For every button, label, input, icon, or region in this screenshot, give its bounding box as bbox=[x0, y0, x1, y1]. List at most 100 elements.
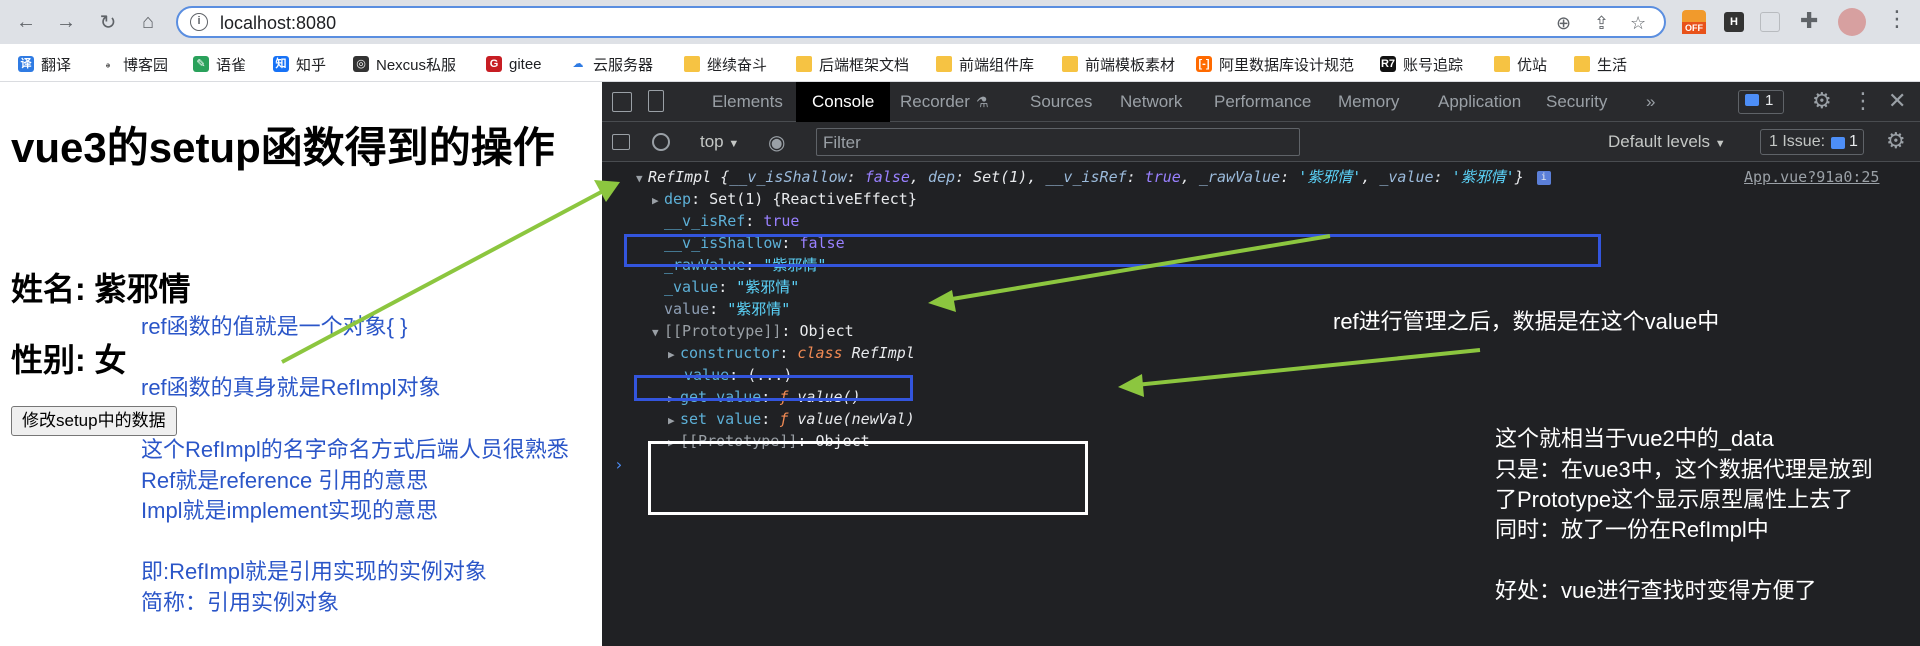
bookmark-folder[interactable]: 优站 bbox=[1494, 53, 1547, 75]
address-bar[interactable]: i localhost:8080 ⊕ ⇪ ☆ bbox=[176, 6, 1666, 38]
highlight-box-prototype bbox=[648, 441, 1088, 515]
expand-triangle-icon[interactable]: ▶ bbox=[668, 410, 680, 432]
tab-network[interactable]: Network bbox=[1120, 82, 1182, 122]
bookmark-folder[interactable]: 后端框架文档 bbox=[796, 53, 909, 75]
issues-button[interactable]: 1 Issue: 1 bbox=[1760, 129, 1864, 155]
annotation-text: Impl就是implement实现的意思 bbox=[141, 498, 439, 523]
profile-avatar[interactable] bbox=[1838, 8, 1866, 36]
translate-icon: 译 bbox=[18, 56, 34, 72]
modify-data-button[interactable]: 修改setup中的数据 bbox=[11, 406, 177, 436]
bookmark-item[interactable]: ☁ 云服务器 bbox=[570, 53, 653, 75]
chevron-down-icon: ▼ bbox=[1714, 138, 1726, 150]
bookmark-folder[interactable]: 前端组件库 bbox=[936, 53, 1034, 75]
tab-performance[interactable]: Performance bbox=[1214, 82, 1311, 122]
property-row: __v_isRef: true bbox=[664, 212, 800, 230]
site-info-icon[interactable]: i bbox=[190, 13, 208, 31]
expand-triangle-icon[interactable]: ▶ bbox=[652, 190, 664, 212]
extensions-puzzle-icon[interactable]: ✚ bbox=[1800, 8, 1818, 34]
sidebar-toggle-icon[interactable] bbox=[612, 134, 630, 150]
context-select[interactable]: top ▼ bbox=[700, 132, 739, 152]
console-prompt-icon[interactable]: › bbox=[614, 454, 624, 476]
log-summary-line[interactable]: ▼ RefImpl {__v_isShallow: false, dep: Set… bbox=[636, 166, 1551, 190]
page-title: vue3的setup函数得到的操作 bbox=[11, 124, 555, 171]
console-output: ▼ RefImpl {__v_isShallow: false, dep: Set… bbox=[602, 162, 1920, 646]
eye-icon[interactable]: ◉ bbox=[768, 130, 785, 155]
extension-icon[interactable]: OFF bbox=[1682, 10, 1706, 34]
annotation-text: 即:RefImpl就是引用实现的实例对象 bbox=[141, 559, 487, 584]
annotation-text: 了Prototype这个显示原型属性上去了 bbox=[1495, 487, 1854, 512]
folder-icon bbox=[796, 56, 812, 72]
bookmark-item[interactable]: Ggitee bbox=[486, 53, 542, 75]
tab-sources[interactable]: Sources bbox=[1030, 82, 1092, 122]
property-row[interactable]: ▶ constructor: class RefImpl bbox=[668, 342, 915, 366]
tab-console[interactable]: Console bbox=[796, 82, 891, 122]
folder-icon bbox=[1574, 56, 1590, 72]
bookmark-item[interactable]: 知知乎 bbox=[273, 53, 326, 75]
bookmark-star-icon[interactable]: ☆ bbox=[1630, 13, 1646, 34]
annotation-text: ref函数的真身就是RefImpl对象 bbox=[141, 375, 441, 400]
cnblogs-icon: ₔ bbox=[100, 56, 116, 72]
property-row: _value: "紫邪情" bbox=[664, 278, 800, 296]
bookmark-folder[interactable]: 生活 bbox=[1574, 53, 1627, 75]
info-icon[interactable]: i bbox=[1536, 170, 1551, 185]
reload-icon[interactable]: ↻ bbox=[94, 8, 122, 36]
home-icon[interactable]: ⌂ bbox=[134, 8, 162, 36]
settings-gear-icon[interactable]: ⚙ bbox=[1812, 88, 1832, 114]
annotation-text: 只是：在vue3中，这个数据代理是放到 bbox=[1495, 457, 1873, 482]
log-levels-select[interactable]: Default levels ▼ bbox=[1608, 132, 1726, 152]
devtools-tab-bar: Elements Console Recorder ⚗ Sources Netw… bbox=[602, 82, 1920, 122]
highlight-box-refimpl bbox=[624, 234, 1601, 267]
annotation-text: 好处：vue进行查找时变得方便了 bbox=[1495, 578, 1817, 603]
close-icon[interactable]: ✕ bbox=[1888, 88, 1906, 114]
folder-icon bbox=[684, 56, 700, 72]
bookmark-item[interactable]: [-] 阿里数据库设计规范 bbox=[1196, 53, 1354, 75]
cloud-icon: ☁ bbox=[570, 56, 586, 72]
property-row[interactable]: ▶ dep: Set(1) {ReactiveEffect} bbox=[652, 188, 917, 212]
menu-kebab-icon[interactable]: ⋮ bbox=[1886, 6, 1908, 32]
back-icon[interactable]: ← bbox=[12, 8, 40, 36]
property-row[interactable]: ▼ [[Prototype]]: Object bbox=[652, 320, 854, 344]
bookmark-item[interactable]: 译翻译 bbox=[18, 53, 71, 75]
web-page: vue3的setup函数得到的操作 姓名: 紫邪情 性别: 女 修改setup中… bbox=[0, 82, 602, 646]
inspect-icon[interactable] bbox=[612, 92, 632, 112]
annotation-text: ref函数的值就是一个对象{ } bbox=[141, 314, 408, 339]
expand-triangle-icon[interactable]: ▼ bbox=[636, 168, 648, 190]
bookmark-item[interactable]: ✎ 语雀 bbox=[193, 53, 246, 75]
folder-icon bbox=[1062, 56, 1078, 72]
expand-triangle-icon[interactable]: ▼ bbox=[652, 322, 664, 344]
annotation-text: 同时：放了一份在RefImpl中 bbox=[1495, 517, 1769, 542]
bookmark-item[interactable]: ◎ Nexcus私服 bbox=[353, 53, 456, 75]
message-icon bbox=[1745, 94, 1759, 106]
device-toggle-icon[interactable] bbox=[648, 90, 664, 112]
issues-counter[interactable]: 1 bbox=[1738, 90, 1784, 114]
extension-icon-2[interactable] bbox=[1760, 12, 1780, 32]
filter-input[interactable]: Filter bbox=[816, 128, 1300, 156]
bookmark-folder[interactable]: 继续奋斗 bbox=[684, 53, 767, 75]
nexus-icon: ◎ bbox=[353, 56, 369, 72]
annotation-text: 这个就相当于vue2中的_data bbox=[1495, 426, 1774, 451]
more-tabs-icon[interactable]: » bbox=[1646, 82, 1655, 122]
zhihu-icon: 知 bbox=[273, 56, 289, 72]
h1-extension-icon[interactable]: H bbox=[1724, 12, 1744, 32]
property-row[interactable]: ▶ set value: ƒ value(newVal) bbox=[668, 408, 915, 432]
gitee-icon: G bbox=[486, 56, 502, 72]
extension-badge: OFF bbox=[1682, 22, 1706, 34]
tab-elements[interactable]: Elements bbox=[712, 82, 783, 122]
annotation-text: 这个RefImpl的名字命名方式后端人员很熟悉 bbox=[141, 437, 569, 462]
tab-memory[interactable]: Memory bbox=[1338, 82, 1399, 122]
source-link[interactable]: App.vue?91a0:25 bbox=[1744, 166, 1879, 188]
console-settings-icon[interactable]: ⚙ bbox=[1886, 128, 1906, 154]
bookmark-folder[interactable]: 前端模板素材 bbox=[1062, 53, 1175, 75]
forward-icon[interactable]: → bbox=[52, 8, 80, 36]
expand-triangle-icon[interactable]: ▶ bbox=[668, 344, 680, 366]
tab-security[interactable]: Security bbox=[1546, 82, 1607, 122]
zoom-icon[interactable]: ⊕ bbox=[1556, 13, 1571, 34]
bookmark-item[interactable]: ₔ 博客园 bbox=[100, 53, 168, 75]
gender-label: 性别: 女 bbox=[11, 342, 127, 378]
tab-application[interactable]: Application bbox=[1438, 82, 1521, 122]
clear-console-icon[interactable] bbox=[652, 133, 670, 151]
share-icon[interactable]: ⇪ bbox=[1594, 13, 1609, 34]
tab-recorder[interactable]: Recorder bbox=[900, 82, 970, 122]
bookmark-item[interactable]: R7 账号追踪 bbox=[1380, 53, 1463, 75]
devtools-menu-icon[interactable]: ⋮ bbox=[1852, 88, 1874, 114]
